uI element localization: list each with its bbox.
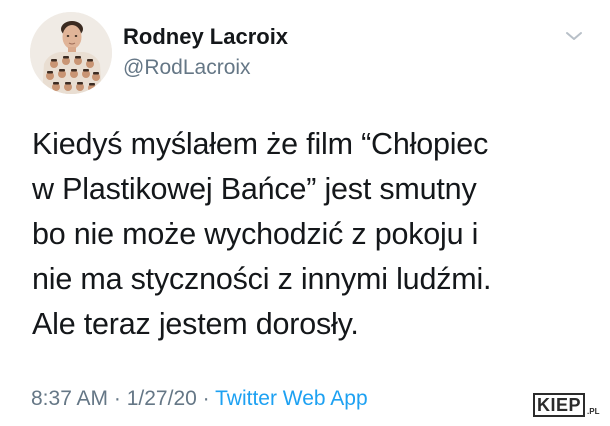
kiep-watermark-logo: KIEP .PL [533,393,599,417]
tweet-text-line: Ale teraz jestem dorosły. [32,307,359,341]
tweet-text-line: w Plastikowej Bańce” jest smutny [32,172,477,206]
author-handle[interactable]: @RodLacroix [123,56,251,80]
tweet-text: Kiedyś myślałem że film “Chłopiec w Plas… [32,122,592,347]
author-display-name[interactable]: Rodney Lacroix [123,24,288,50]
tweet-text-line: Kiedyś myślałem że film “Chłopiec [32,127,489,161]
chevron-down-icon [566,32,582,40]
meta-separator: · [196,387,216,410]
tweet-text-line: bo nie może wychodzić z pokoju i [32,217,479,251]
tweet-text-line: nie ma styczności z innymi ludźmi. [32,262,492,296]
tweet-metadata: 8:37 AM · 1/27/20 · Twitter Web App [31,387,368,411]
meta-separator: · [108,387,127,410]
author-avatar[interactable] [30,12,112,94]
watermark-tld: .PL [587,407,600,416]
tweet-menu-button[interactable] [562,26,586,46]
watermark-main: KIEP [533,393,586,417]
tweet-date[interactable]: 1/27/20 [127,387,197,410]
tweet-source-link[interactable]: Twitter Web App [215,387,368,410]
user-avatar-photo [30,12,112,94]
tweet-time[interactable]: 8:37 AM [31,387,108,410]
tweet-card: Rodney Lacroix @RodLacroix Kiedyś myślał… [0,0,610,426]
